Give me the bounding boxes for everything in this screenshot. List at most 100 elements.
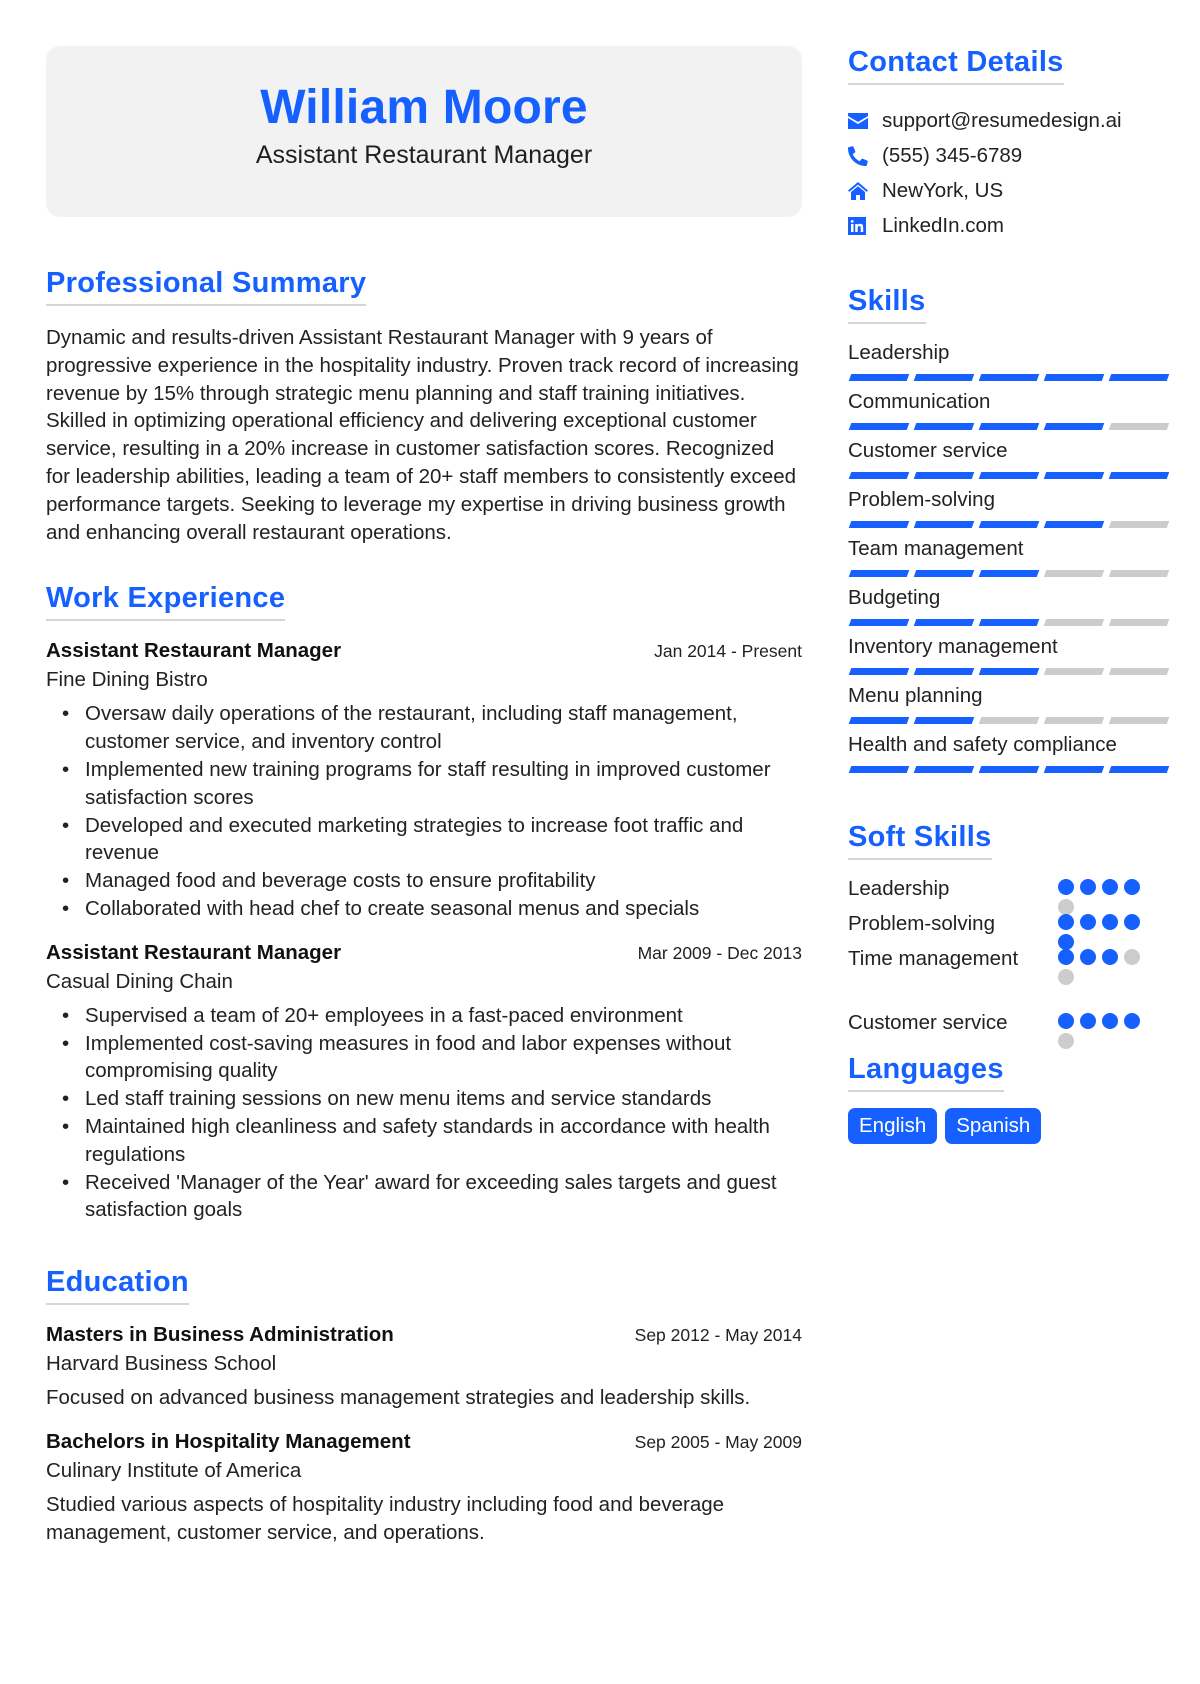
section-title: Work Experience — [46, 582, 286, 622]
languages-section: Languages English Spanish — [848, 1053, 1172, 1144]
skill-item: Budgeting — [848, 585, 1172, 626]
skills-list: Leadership Communication Customer service P… — [848, 340, 1172, 773]
skill-segment-filled — [913, 521, 975, 528]
skill-segment-filled — [848, 374, 910, 381]
job-bullet: Maintained high cleanliness and safety s… — [46, 1113, 802, 1169]
skill-segment-filled — [913, 472, 975, 479]
job-bullet: Received 'Manager of the Year' award for… — [46, 1169, 802, 1225]
skill-item: Leadership — [848, 340, 1172, 381]
rating-dot-empty — [1058, 1033, 1074, 1049]
skill-name: Communication — [848, 390, 991, 413]
envelope-icon — [848, 112, 882, 129]
education-description: Studied various aspects of hospitality i… — [46, 1492, 725, 1544]
skill-segment-filled — [913, 570, 975, 577]
skill-segment-filled — [978, 570, 1040, 577]
skill-segment-filled — [1043, 472, 1105, 479]
rating-dot-filled — [1080, 914, 1096, 930]
job-bullet: Supervised a team of 20+ employees in a … — [46, 1002, 802, 1030]
education-section: Education Masters in Business Administra… — [46, 1266, 802, 1546]
skill-segment-filled — [978, 668, 1040, 675]
skills-section: Skills Leadership Communication Customer s… — [848, 285, 1172, 773]
skill-segment-filled — [978, 374, 1040, 381]
skill-segment-filled — [1108, 766, 1170, 773]
skill-segment-empty — [1108, 668, 1170, 675]
skill-segment-filled — [913, 619, 975, 626]
job-bullet: Led staff training sessions on new menu … — [46, 1085, 802, 1113]
school: Harvard Business School — [46, 1352, 277, 1376]
skill-name: Menu planning — [848, 684, 983, 707]
skill-segment-empty — [1108, 521, 1170, 528]
education-date: Sep 2012 - May 2014 — [634, 1325, 802, 1346]
skill-segment-filled — [1043, 423, 1105, 430]
rating-dot-filled — [1102, 949, 1118, 965]
soft-skill-rating — [1058, 879, 1144, 915]
job-title: Assistant Restaurant Manager — [46, 639, 342, 663]
soft-skill-name: Leadership — [848, 877, 950, 900]
skill-level-bar — [848, 570, 1172, 577]
rating-dot-filled — [1080, 879, 1096, 895]
rating-dot-empty — [1058, 969, 1074, 985]
rating-dot-filled — [1124, 879, 1140, 895]
rating-dot-empty — [1058, 899, 1074, 915]
soft-skill-rating — [1058, 914, 1144, 950]
skill-segment-filled — [848, 521, 910, 528]
language-tag: English — [848, 1108, 938, 1144]
skill-segment-filled — [1043, 374, 1105, 381]
skill-item: Team management — [848, 536, 1172, 577]
soft-skill-name: Time management — [848, 947, 1019, 970]
rating-dot-empty — [1124, 949, 1140, 965]
section-title: Skills — [848, 285, 926, 324]
job-entry: Assistant Restaurant Manager Mar 2009 - … — [46, 941, 802, 1224]
skill-segment-empty — [1108, 619, 1170, 626]
section-title: Soft Skills — [848, 821, 992, 860]
job-bullet: Implemented new training programs for st… — [46, 756, 802, 812]
job-bullet: Implemented cost-saving measures in food… — [46, 1030, 802, 1086]
degree: Masters in Business Administration — [46, 1323, 394, 1347]
skill-segment-filled — [848, 472, 910, 479]
soft-skill-rating — [1058, 1013, 1144, 1049]
rating-dot-filled — [1058, 934, 1074, 950]
skill-segment-empty — [1043, 570, 1105, 577]
skill-segment-filled — [848, 766, 910, 773]
education-entry: Masters in Business Administration Sep 2… — [46, 1323, 802, 1412]
rating-dot-filled — [1080, 949, 1096, 965]
skill-segment-filled — [978, 619, 1040, 626]
contact-linkedin[interactable]: LinkedIn.com — [848, 208, 1172, 243]
skill-segment-empty — [1043, 619, 1105, 626]
skill-level-bar — [848, 374, 1172, 381]
skill-name: Problem-solving — [848, 488, 995, 511]
candidate-name: William Moore — [260, 81, 588, 134]
skill-segment-filled — [978, 766, 1040, 773]
professional-summary-section: Professional Summary Dynamic and results… — [46, 267, 802, 546]
skill-segment-filled — [848, 717, 910, 724]
education-date: Sep 2005 - May 2009 — [634, 1431, 802, 1452]
skill-item: Problem-solving — [848, 487, 1172, 528]
contact-email[interactable]: support@resumedesign.ai — [848, 103, 1172, 138]
job-bullet: Managed food and beverage costs to ensur… — [46, 867, 802, 895]
skill-level-bar — [848, 423, 1172, 430]
soft-skills-section: Soft Skills Leadership Problem-solving Tim… — [848, 821, 1172, 1049]
job-bullets: Oversaw daily operations of the restaura… — [46, 700, 802, 922]
job-bullet: Oversaw daily operations of the restaura… — [46, 700, 802, 756]
skill-name: Budgeting — [848, 586, 941, 609]
soft-skill-item: Leadership — [848, 876, 1172, 915]
skill-segment-empty — [978, 717, 1040, 724]
rating-dot-filled — [1102, 1013, 1118, 1029]
candidate-role: Assistant Restaurant Manager — [255, 140, 593, 169]
rating-dot-filled — [1124, 1013, 1140, 1029]
sidebar-column: Contact Details support@resumedesign.ai … — [848, 46, 1172, 1144]
skill-segment-filled — [978, 521, 1040, 528]
rating-dot-filled — [1058, 914, 1074, 930]
skill-item: Customer service — [848, 438, 1172, 479]
skill-segment-filled — [1108, 472, 1170, 479]
school: Culinary Institute of America — [46, 1458, 302, 1482]
education-description: Focused on advanced business management … — [46, 1386, 751, 1410]
contact-phone[interactable]: (555) 345-6789 — [848, 138, 1172, 173]
contact-section: Contact Details support@resumedesign.ai … — [848, 46, 1172, 243]
skill-segment-filled — [913, 717, 975, 724]
resume-page: William Moore Assistant Restaurant Manag… — [0, 0, 1200, 1684]
languages-list: English Spanish — [848, 1108, 1172, 1144]
contact-linkedin-text: LinkedIn.com — [882, 213, 1004, 237]
skill-name: Inventory management — [848, 635, 1058, 658]
summary-text: Dynamic and results-driven Assistant Res… — [46, 326, 799, 544]
